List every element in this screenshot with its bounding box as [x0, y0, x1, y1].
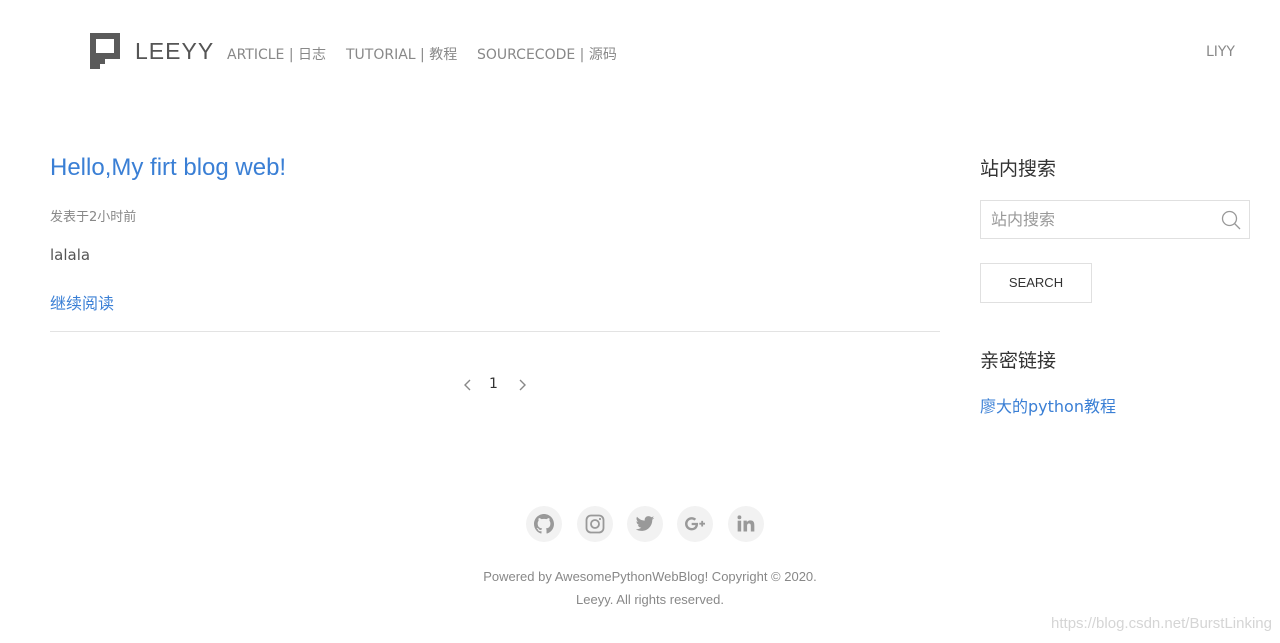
google-plus-button[interactable]	[677, 506, 713, 542]
linkedin-button[interactable]	[728, 506, 764, 542]
article-divider	[50, 331, 940, 332]
copyright-line-2: Leeyy. All rights reserved.	[576, 592, 724, 607]
search-button[interactable]: SEARCH	[980, 263, 1092, 303]
search-box	[980, 200, 1250, 239]
github-button[interactable]	[526, 506, 562, 542]
article-summary: lalala	[50, 246, 91, 264]
search-input[interactable]	[981, 201, 1213, 238]
instagram-button[interactable]	[577, 506, 613, 542]
chevron-left-icon[interactable]	[458, 375, 476, 395]
logo-icon[interactable]	[90, 33, 120, 69]
twitter-icon	[635, 516, 655, 531]
copyright-line-1: Powered by AwesomePythonWebBlog! Copyrig…	[483, 569, 817, 584]
github-icon	[534, 514, 554, 534]
search-icon[interactable]	[1221, 210, 1241, 230]
google-plus-icon	[685, 517, 705, 531]
page-number-current[interactable]: 1	[489, 376, 498, 392]
top-nav-bar: LEEYY ARTICLE | 日志 TUTORIAL | 教程 SOURCEC…	[0, 0, 1280, 104]
friend-link-python-tutorial[interactable]: 廖大的python教程	[980, 393, 1116, 417]
read-more-link[interactable]: 继续阅读	[50, 290, 114, 314]
nav-item-sourcecode[interactable]: SOURCECODE | 源码	[477, 44, 617, 64]
linkedin-icon	[737, 515, 755, 532]
instagram-icon	[585, 514, 605, 534]
search-heading: 站内搜索	[980, 158, 1057, 180]
watermark-text: https://blog.csdn.net/BurstLinking	[1051, 615, 1272, 632]
user-menu[interactable]: LIYY	[1206, 44, 1235, 60]
nav-item-article[interactable]: ARTICLE | 日志	[227, 44, 326, 64]
chevron-right-icon[interactable]	[514, 375, 532, 395]
twitter-button[interactable]	[627, 506, 663, 542]
article-title[interactable]: Hello,My firt blog web!	[50, 154, 286, 182]
brand-name[interactable]: LEEYY	[135, 38, 214, 65]
nav-item-tutorial[interactable]: TUTORIAL | 教程	[346, 44, 457, 64]
article-meta: 发表于2小时前	[50, 210, 137, 225]
friend-links-heading: 亲密链接	[980, 350, 1057, 372]
